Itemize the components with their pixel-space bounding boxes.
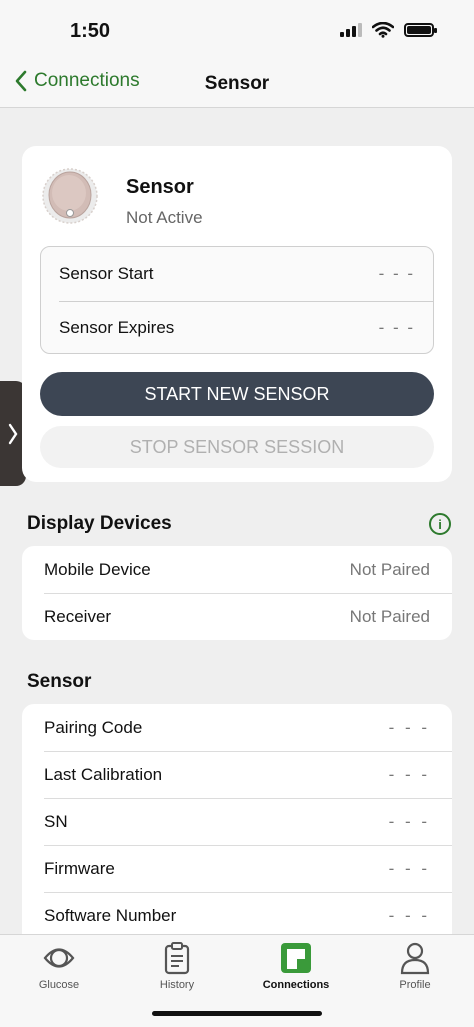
tab-label: Glucose xyxy=(38,979,80,991)
tab-label: History xyxy=(159,979,195,991)
sensor-expires-row: Sensor Expires - - - xyxy=(41,301,433,355)
sensor-start-value: - - - xyxy=(378,264,415,283)
navigation-bar: Connections Sensor xyxy=(0,60,474,108)
list-item-value: Not Paired xyxy=(349,606,430,626)
cellular-signal-icon xyxy=(340,23,362,37)
wifi-icon xyxy=(372,22,394,38)
list-item-label: Firmware xyxy=(44,858,115,878)
status-time: 1:50 xyxy=(70,20,111,42)
list-item-label: Pairing Code xyxy=(44,717,143,737)
sensor-start-row: Sensor Start - - - xyxy=(41,247,433,301)
eye-icon xyxy=(43,948,75,968)
tab-glucose[interactable]: Glucose xyxy=(0,941,118,997)
tab-label: Connections xyxy=(262,979,330,991)
sensor-expires-value: - - - xyxy=(378,318,415,337)
list-item-value: - - - xyxy=(388,858,430,878)
list-item-label: SN xyxy=(44,811,68,831)
stop-sensor-session-button: STOP SENSOR SESSION xyxy=(40,426,434,468)
list-item-value: - - - xyxy=(388,764,430,784)
sensor-details-list: Pairing Code - - - Last Calibration - - … xyxy=(22,704,452,944)
info-icon[interactable]: i xyxy=(429,513,451,535)
status-bar: 1:50 xyxy=(0,0,474,60)
clipboard-icon xyxy=(164,942,190,975)
list-item-receiver[interactable]: Receiver Not Paired xyxy=(22,593,452,640)
tab-profile[interactable]: Profile xyxy=(356,941,474,997)
list-item-value: - - - xyxy=(388,905,430,925)
connections-icon xyxy=(281,943,311,973)
list-item-value: Not Paired xyxy=(349,559,430,579)
home-indicator[interactable] xyxy=(152,1011,322,1016)
sensor-dates-box: Sensor Start - - - Sensor Expires - - - xyxy=(40,246,434,354)
sensor-status-card: Sensor Not Active Sensor Start - - - Sen… xyxy=(22,146,452,482)
tab-connections[interactable]: Connections xyxy=(237,941,355,997)
sensor-device-icon xyxy=(42,168,98,224)
tab-history[interactable]: History xyxy=(118,941,236,997)
list-item-label: Mobile Device xyxy=(44,559,151,579)
list-item-mobile-device[interactable]: Mobile Device Not Paired xyxy=(22,546,452,593)
list-item-last-calibration: Last Calibration - - - xyxy=(22,751,452,798)
sensor-section-heading: Sensor xyxy=(27,671,92,692)
person-icon xyxy=(400,942,430,975)
battery-icon xyxy=(404,23,437,37)
status-icons xyxy=(340,22,437,38)
list-item-software-number: Software Number - - - xyxy=(22,892,452,939)
list-item-firmware: Firmware - - - xyxy=(22,845,452,892)
list-item-label: Software Number xyxy=(44,905,177,925)
list-item-label: Last Calibration xyxy=(44,764,163,784)
start-new-sensor-button[interactable]: START NEW SENSOR xyxy=(40,372,434,416)
list-item-sn: SN - - - xyxy=(22,798,452,845)
list-item-value: - - - xyxy=(388,811,430,831)
sensor-start-label: Sensor Start xyxy=(59,264,154,283)
display-devices-list: Mobile Device Not Paired Receiver Not Pa… xyxy=(22,546,452,640)
sensor-status-text: Not Active xyxy=(126,208,203,227)
list-item-pairing-code: Pairing Code - - - xyxy=(22,704,452,751)
sensor-expires-label: Sensor Expires xyxy=(59,318,175,337)
tab-label: Profile xyxy=(399,979,431,991)
sensor-name: Sensor xyxy=(126,176,194,198)
page-title: Sensor xyxy=(204,73,270,94)
list-item-value: - - - xyxy=(388,717,430,737)
chevron-right-icon xyxy=(8,423,18,444)
list-item-label: Receiver xyxy=(44,606,112,626)
display-devices-heading: Display Devices xyxy=(27,513,172,534)
